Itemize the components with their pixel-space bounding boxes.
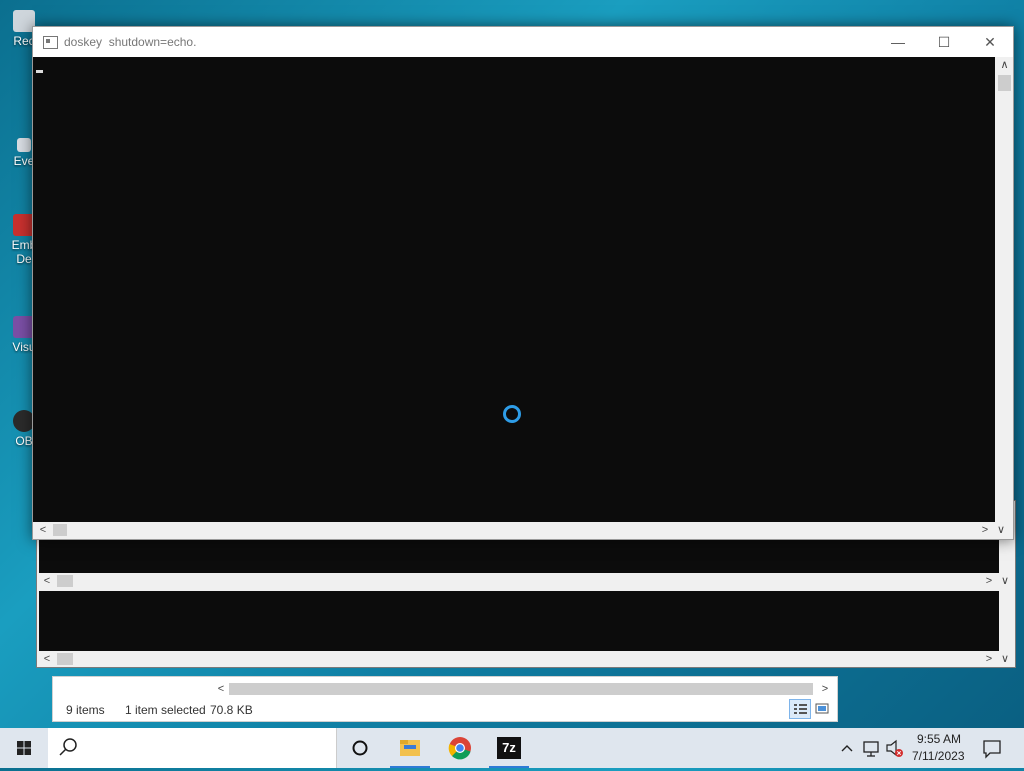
- console-app-icon: [43, 36, 58, 49]
- volume-muted-icon: [886, 739, 903, 757]
- scroll-down-arrow[interactable]: ∨: [997, 651, 1013, 667]
- horizontal-scroll-thumb[interactable]: [53, 524, 67, 536]
- close-button[interactable]: ✕: [967, 27, 1013, 57]
- file-explorer-taskbar-button[interactable]: [390, 728, 430, 768]
- loading-spinner-icon: [503, 405, 521, 423]
- scroll-right-arrow[interactable]: >: [981, 651, 997, 667]
- chevron-up-icon: [841, 745, 853, 752]
- task-view-button[interactable]: [340, 728, 380, 768]
- folder-icon: [400, 740, 420, 756]
- shortcut-icon: [17, 138, 31, 152]
- minimize-button[interactable]: —: [875, 27, 921, 57]
- search-icon: [59, 738, 77, 756]
- scroll-up-arrow[interactable]: ∧: [996, 57, 1013, 73]
- status-selection: 1 item selected: [125, 703, 206, 717]
- console-window[interactable]: doskey shutdown=echo. — ☐ ✕ ∧ < > ∨: [32, 26, 1014, 540]
- status-selection-size: 70.8 KB: [210, 703, 253, 717]
- scroll-right-arrow[interactable]: >: [977, 522, 993, 538]
- notification-icon: [983, 740, 1001, 759]
- scroll-thumb[interactable]: [57, 653, 73, 665]
- windows-logo-icon: [17, 741, 31, 755]
- vertical-scroll-thumb[interactable]: [998, 75, 1011, 91]
- scroll-thumb[interactable]: [57, 575, 73, 587]
- large-icons-view-button[interactable]: [811, 699, 833, 719]
- scroll-down-arrow[interactable]: ∨: [993, 522, 1009, 538]
- show-hidden-icons-button[interactable]: [838, 728, 856, 768]
- vertical-scrollbar[interactable]: ∧: [996, 57, 1013, 522]
- background-console-area-1: [39, 539, 999, 573]
- console-output-area[interactable]: [33, 57, 995, 522]
- scroll-left-arrow[interactable]: <: [39, 651, 55, 667]
- background-console-area-2: [39, 591, 999, 651]
- details-view-button[interactable]: [789, 699, 811, 719]
- chrome-taskbar-button[interactable]: [440, 728, 480, 768]
- background-horizontal-scrollbar-2[interactable]: < > ∨: [39, 651, 1013, 667]
- maximize-button[interactable]: ☐: [921, 27, 967, 57]
- console-titlebar[interactable]: doskey shutdown=echo. — ☐ ✕: [33, 27, 1013, 57]
- scroll-left-arrow[interactable]: <: [213, 681, 229, 697]
- clock-time: 9:55 AM: [917, 732, 962, 746]
- action-center-button[interactable]: [976, 728, 1008, 768]
- taskbar-search-box[interactable]: [48, 728, 337, 768]
- taskbar: 7z 9:55 AM 7/11/2023: [0, 728, 1024, 768]
- minimize-icon: —: [891, 34, 905, 50]
- seven-zip-icon: 7z: [497, 737, 521, 759]
- clock-date: 7/11/2023: [912, 749, 965, 763]
- text-cursor: [36, 70, 43, 73]
- file-explorer-window[interactable]: < > 9 items 1 item selected 70.8 KB: [52, 676, 838, 722]
- volume-tray-button[interactable]: [884, 728, 906, 768]
- status-items-count: 9 items: [66, 703, 105, 717]
- seven-zip-taskbar-button[interactable]: 7z: [489, 728, 529, 768]
- network-tray-button[interactable]: [860, 728, 882, 768]
- window-title: doskey shutdown=echo.: [64, 35, 197, 49]
- scroll-right-arrow[interactable]: >: [817, 681, 833, 697]
- chrome-icon: [448, 737, 471, 760]
- cortana-circle-icon: [352, 740, 368, 756]
- clock[interactable]: 9:55 AM 7/11/2023: [908, 728, 970, 768]
- background-horizontal-scrollbar-1[interactable]: < > ∨: [39, 573, 1013, 589]
- large-icons-view-icon: [815, 703, 829, 714]
- start-button[interactable]: [0, 728, 48, 768]
- scroll-right-arrow[interactable]: >: [981, 573, 997, 589]
- close-icon: ✕: [984, 34, 996, 50]
- network-icon: [863, 741, 879, 757]
- details-view-icon: [794, 704, 807, 714]
- seven-zip-label: 7z: [502, 740, 516, 755]
- scroll-thumb[interactable]: [229, 683, 813, 695]
- scroll-left-arrow[interactable]: <: [35, 522, 51, 538]
- maximize-icon: ☐: [937, 34, 951, 50]
- explorer-horizontal-scrollbar[interactable]: < >: [213, 681, 833, 697]
- scroll-down-arrow[interactable]: ∨: [997, 573, 1013, 589]
- scroll-left-arrow[interactable]: <: [39, 573, 55, 589]
- horizontal-scrollbar[interactable]: < > ∨: [33, 522, 1011, 538]
